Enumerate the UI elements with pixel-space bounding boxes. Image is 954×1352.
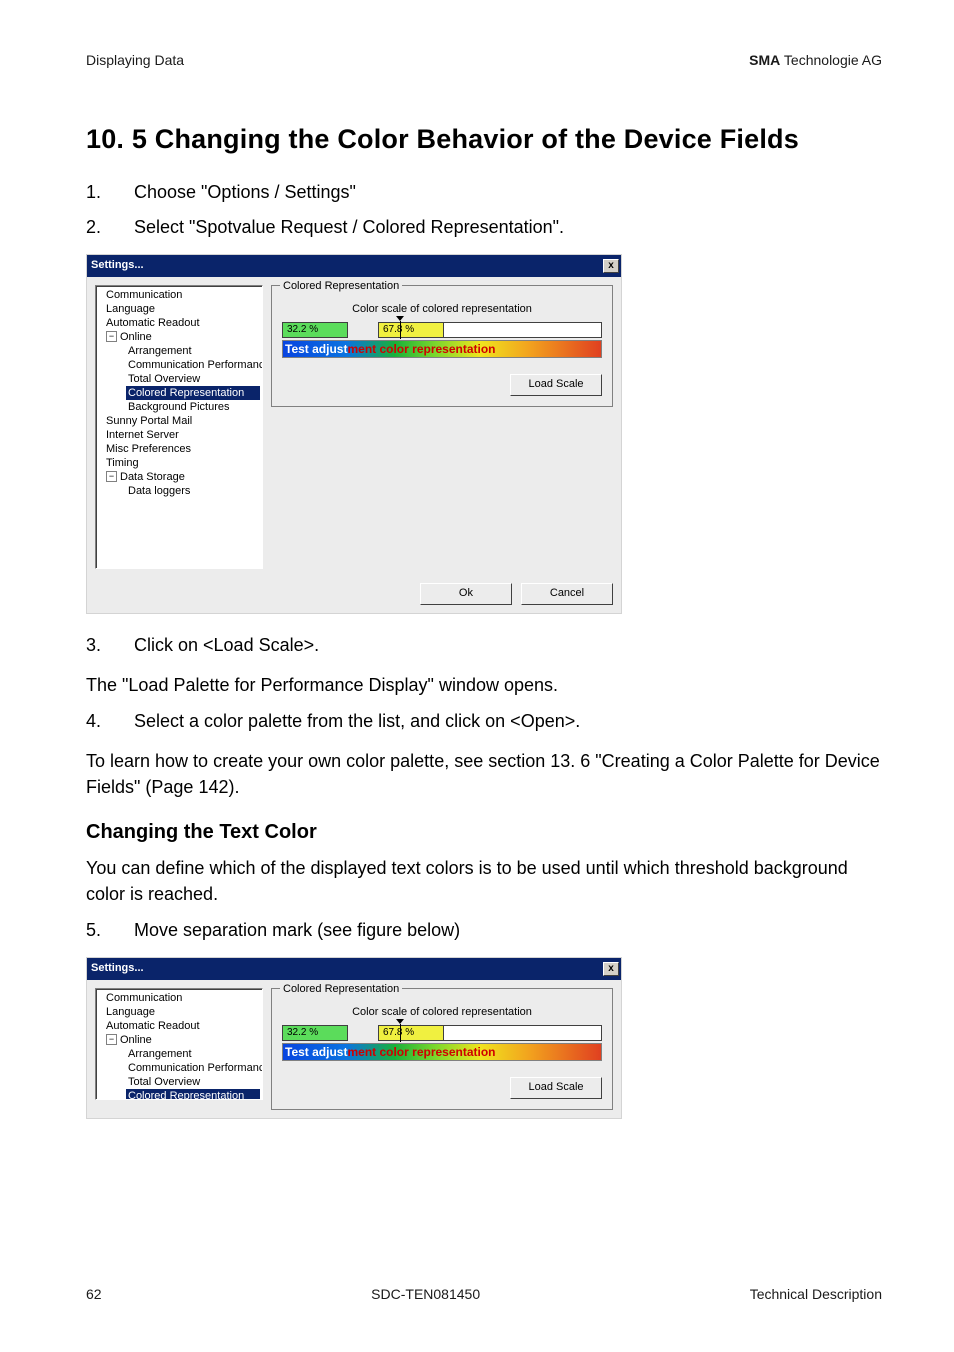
tree-item[interactable]: Misc Preferences <box>104 442 260 456</box>
tree-item[interactable]: Sunny Portal Mail <box>104 414 260 428</box>
scale-left-value: 32.2 % <box>282 322 348 338</box>
tree-item[interactable]: Total Overview <box>126 372 260 386</box>
close-icon[interactable]: x <box>603 259 619 273</box>
step-list-d: 5. Move separation mark (see figure belo… <box>86 917 882 943</box>
subsection-body: You can define which of the displayed te… <box>86 855 882 907</box>
load-scale-button[interactable]: Load Scale <box>510 1077 602 1099</box>
separation-mark[interactable] <box>400 321 401 339</box>
tree-item[interactable]: Communication Performance <box>126 1061 260 1075</box>
scale-row: 32.2 % 67.8 % <box>282 1025 602 1041</box>
doc-id: SDC-TEN081450 <box>371 1284 480 1304</box>
tree-item[interactable]: Online <box>104 1033 260 1047</box>
step-text: Choose "Options / Settings" <box>134 179 882 205</box>
groupbox-legend: Colored Representation <box>280 279 402 295</box>
tree-item[interactable]: Background Pictures <box>126 400 260 414</box>
step-number: 3. <box>86 632 134 658</box>
window-title: Settings... <box>91 258 144 274</box>
close-icon[interactable]: x <box>603 962 619 976</box>
window-title: Settings... <box>91 961 144 977</box>
gradient-preview: Test adjustment color representation <box>282 340 602 358</box>
tree-item[interactable]: Language <box>104 302 260 316</box>
step-text: Move separation mark (see figure below) <box>134 917 882 943</box>
step-note: To learn how to create your own color pa… <box>86 748 882 800</box>
subsection-title: Changing the Text Color <box>86 818 882 847</box>
scale-left-value: 32.2 % <box>282 1025 348 1041</box>
tree-item[interactable]: Total Overview <box>126 1075 260 1089</box>
settings-tree[interactable]: CommunicationLanguageAutomatic ReadoutOn… <box>95 285 263 569</box>
scale-caption: Color scale of colored representation <box>282 1005 602 1021</box>
step-list-b: 3. Click on <Load Scale>. <box>86 632 882 658</box>
running-header-right: SMA Technologie AG <box>749 50 882 70</box>
step-list-c: 4. Select a color palette from the list,… <box>86 708 882 734</box>
tree-item[interactable]: Internet Server <box>104 428 260 442</box>
step-number: 5. <box>86 917 134 943</box>
step-number: 4. <box>86 708 134 734</box>
step-note: The "Load Palette for Performance Displa… <box>86 672 882 698</box>
settings-dialog-screenshot: Settings... x CommunicationLanguageAutom… <box>86 254 622 614</box>
cancel-button[interactable]: Cancel <box>521 583 613 605</box>
step-text: Select "Spotvalue Request / Colored Repr… <box>134 214 882 240</box>
page-number: 62 <box>86 1284 102 1304</box>
gradient-preview: Test adjustment color representation <box>282 1043 602 1061</box>
load-scale-button[interactable]: Load Scale <box>510 374 602 396</box>
groupbox-legend: Colored Representation <box>280 982 402 998</box>
doc-type: Technical Description <box>750 1284 882 1304</box>
scale-row: 32.2 % 67.8 % <box>282 322 602 338</box>
step-list-a: 1. Choose "Options / Settings" 2. Select… <box>86 179 882 239</box>
tree-item[interactable]: Arrangement <box>126 344 260 358</box>
running-header-left: Displaying Data <box>86 50 184 70</box>
settings-dialog-screenshot-cropped: Settings... x CommunicationLanguageAutom… <box>86 957 622 1119</box>
tree-item[interactable]: Automatic Readout <box>104 1019 260 1033</box>
scale-right-value: 67.8 % <box>378 322 444 338</box>
ok-button[interactable]: Ok <box>420 583 512 605</box>
tree-item[interactable]: Communication <box>104 288 260 302</box>
tree-item[interactable]: Colored Representation <box>126 386 260 400</box>
scale-right-value: 67.8 % <box>378 1025 444 1041</box>
tree-item[interactable]: Arrangement <box>126 1047 260 1061</box>
tree-item[interactable]: Communication Performance <box>126 358 260 372</box>
tree-item[interactable]: Language <box>104 1005 260 1019</box>
section-title: 10. 5 Changing the Color Behavior of the… <box>86 120 882 159</box>
separation-mark[interactable] <box>400 1024 401 1042</box>
tree-item[interactable]: Communication <box>104 991 260 1005</box>
tree-item[interactable]: Data Storage <box>104 470 260 484</box>
tree-item[interactable]: Timing <box>104 456 260 470</box>
tree-item[interactable]: Online <box>104 330 260 344</box>
tree-item[interactable]: Data loggers <box>126 484 260 498</box>
scale-track[interactable] <box>444 322 602 338</box>
step-text: Click on <Load Scale>. <box>134 632 882 658</box>
step-number: 2. <box>86 214 134 240</box>
scale-track[interactable] <box>444 1025 602 1041</box>
tree-item[interactable]: Automatic Readout <box>104 316 260 330</box>
tree-item[interactable]: Colored Representation <box>126 1089 260 1100</box>
step-text: Select a color palette from the list, an… <box>134 708 882 734</box>
settings-tree[interactable]: CommunicationLanguageAutomatic ReadoutOn… <box>95 988 263 1100</box>
scale-caption: Color scale of colored representation <box>282 302 602 318</box>
step-number: 1. <box>86 179 134 205</box>
